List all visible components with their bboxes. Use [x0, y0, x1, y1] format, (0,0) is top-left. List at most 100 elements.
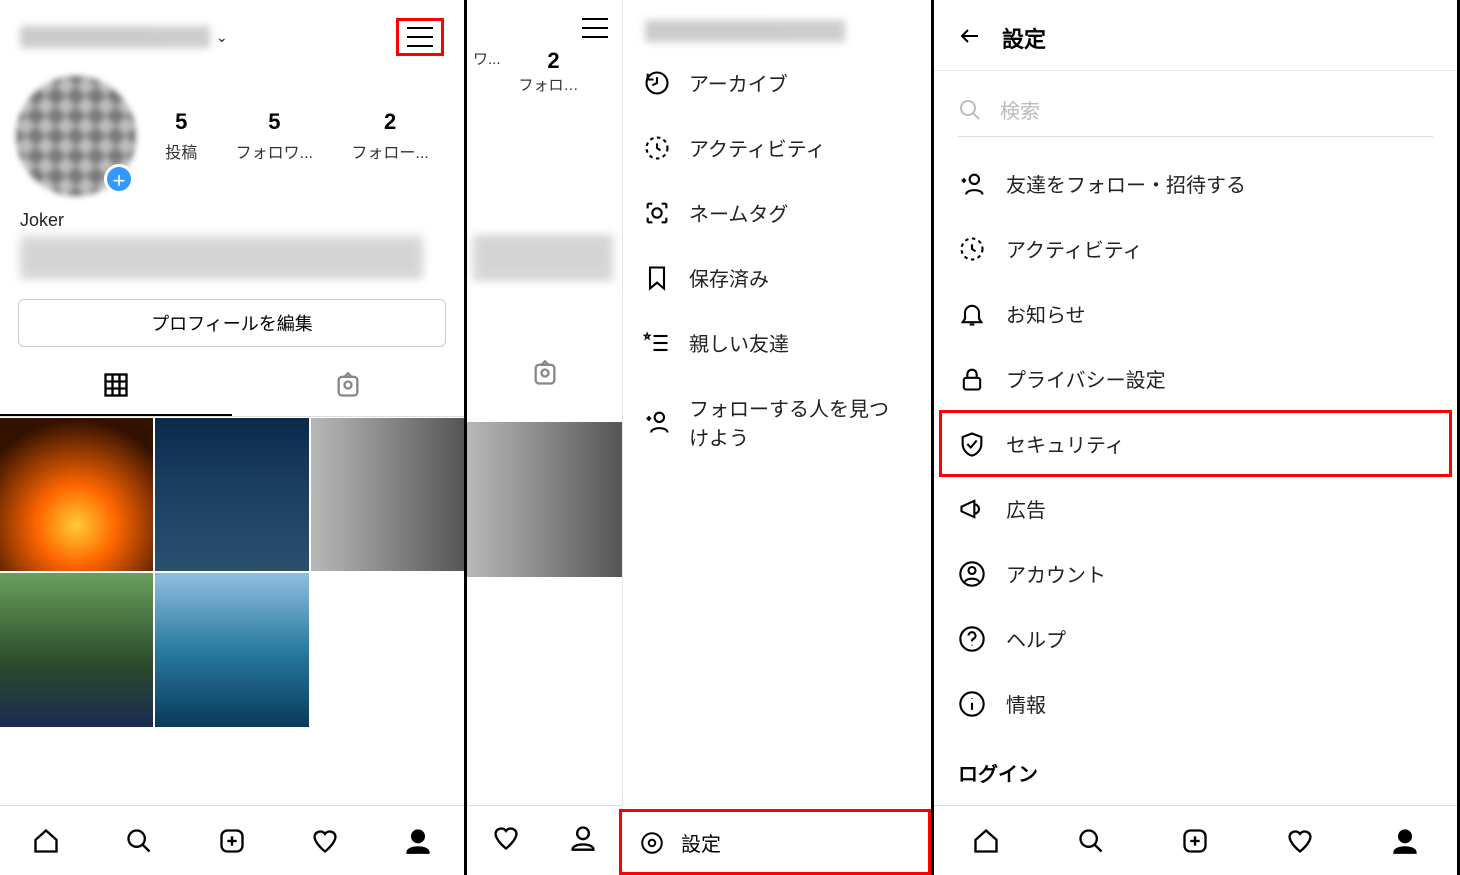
post-thumbnail[interactable]	[155, 418, 308, 571]
menu-label: ネームタグ	[689, 198, 788, 227]
settings-label: 友達をフォロー・招待する	[1006, 169, 1246, 198]
menu-archive[interactable]: アーカイブ	[623, 50, 931, 115]
menu-discover-people[interactable]: フォローする人を見つけよう	[623, 375, 931, 469]
menu-close-friends[interactable]: 親しい友達	[623, 310, 931, 375]
heart-icon	[311, 827, 339, 855]
plus-square-icon	[1181, 827, 1209, 855]
tab-grid[interactable]	[0, 361, 232, 416]
stat-followers[interactable]: 5 フォロワ...	[236, 109, 313, 163]
settings-security[interactable]: セキュリティ	[940, 411, 1451, 476]
nav-home[interactable]	[31, 826, 61, 856]
post-thumbnail[interactable]	[155, 573, 308, 726]
settings-label: アクティビティ	[1006, 234, 1143, 263]
person-icon	[569, 824, 597, 852]
tab-tagged[interactable]	[232, 361, 464, 416]
post-thumbnail[interactable]	[0, 418, 153, 571]
settings-privacy[interactable]: プライバシー設定	[934, 346, 1457, 411]
account-icon	[958, 560, 986, 588]
home-icon	[972, 827, 1000, 855]
edit-profile-button[interactable]: プロフィールを編集	[18, 299, 446, 347]
drawer-menu: アーカイブ アクティビティ ネームタグ 保存済み 親しい友達 フォローする人を見…	[622, 0, 931, 805]
settings-activity[interactable]: アクティビティ	[934, 216, 1457, 281]
stat-following[interactable]: 2 フォロー...	[519, 48, 589, 95]
stat-posts[interactable]: 5 投稿	[165, 109, 197, 163]
post-thumbnail[interactable]	[0, 573, 153, 726]
settings-label: セキュリティ	[1006, 429, 1125, 458]
activity-icon	[643, 134, 671, 162]
settings-account[interactable]: アカウント	[934, 541, 1457, 606]
nav-home[interactable]	[971, 826, 1001, 856]
hamburger-icon[interactable]	[582, 18, 608, 38]
heart-icon	[492, 824, 520, 852]
stat-posts-label: 投稿	[165, 139, 197, 163]
hamburger-icon	[407, 27, 433, 47]
nav-activity[interactable]	[492, 824, 520, 857]
settings-notifications[interactable]: お知らせ	[934, 281, 1457, 346]
menu-label: アーカイブ	[689, 68, 788, 97]
bookmark-icon	[643, 264, 671, 292]
activity-icon	[958, 235, 986, 263]
nav-search[interactable]	[1076, 826, 1106, 856]
profile-underlay: ワ... 2 フォロー...	[467, 0, 622, 805]
bio-display-name: Joker	[20, 210, 444, 231]
plus-square-icon	[218, 827, 246, 855]
stat-following-count: 2	[351, 109, 428, 135]
nav-profile[interactable]	[403, 826, 433, 856]
add-person-icon	[643, 408, 671, 436]
nav-activity[interactable]	[310, 826, 340, 856]
bell-icon	[958, 300, 986, 328]
menu-label: フォローする人を見つけよう	[689, 393, 889, 451]
settings-label: アカウント	[1006, 559, 1106, 588]
menu-label: 設定	[681, 828, 721, 857]
nav-activity[interactable]	[1285, 826, 1315, 856]
back-button[interactable]	[958, 24, 982, 53]
settings-follow-invite[interactable]: 友達をフォロー・招待する	[934, 151, 1457, 216]
nav-add[interactable]	[1180, 826, 1210, 856]
nav-profile[interactable]	[569, 824, 597, 857]
tagged-icon[interactable]	[531, 359, 559, 387]
stat-following-label: フォロー...	[519, 74, 589, 95]
settings-screen: 設定 検索 友達をフォロー・招待する アクティビティ お知らせ プライバシー設定…	[934, 0, 1460, 875]
stat-followers-partial: ワ...	[473, 48, 501, 95]
username-obscured	[20, 26, 210, 48]
search-icon	[958, 98, 982, 122]
menu-label: 親しい友達	[689, 328, 789, 357]
bottom-nav-partial	[467, 805, 622, 875]
chevron-down-icon: ⌄	[216, 29, 228, 46]
nav-search[interactable]	[124, 826, 154, 856]
login-section-heading: ログイン	[934, 736, 1457, 797]
archive-icon	[643, 69, 671, 97]
profile-header: ⌄	[0, 0, 464, 66]
menu-nametag[interactable]: ネームタグ	[623, 180, 931, 245]
nav-profile[interactable]	[1390, 826, 1420, 856]
menu-button[interactable]	[396, 18, 444, 56]
list-star-icon	[643, 329, 671, 357]
bio-text-obscured	[20, 237, 423, 277]
post-thumbnail[interactable]	[311, 418, 464, 571]
settings-ads[interactable]: 広告	[934, 476, 1457, 541]
avatar[interactable]: +	[16, 76, 136, 196]
username-obscured	[645, 20, 845, 42]
settings-label: ヘルプ	[1006, 624, 1066, 653]
profile-tabs	[0, 361, 464, 417]
search-icon	[125, 827, 153, 855]
menu-settings[interactable]: 設定	[619, 809, 931, 875]
add-story-icon[interactable]: +	[104, 164, 134, 194]
settings-label: 広告	[1006, 494, 1046, 523]
stat-following[interactable]: 2 フォロー...	[351, 109, 428, 163]
bottom-nav	[0, 805, 464, 875]
username-dropdown[interactable]: ⌄	[20, 26, 228, 48]
settings-label: お知らせ	[1006, 299, 1086, 328]
menu-saved[interactable]: 保存済み	[623, 245, 931, 310]
home-icon	[32, 827, 60, 855]
settings-help[interactable]: ヘルプ	[934, 606, 1457, 671]
heart-icon	[1286, 827, 1314, 855]
nav-add[interactable]	[217, 826, 247, 856]
settings-search[interactable]: 検索	[958, 87, 1433, 137]
menu-activity[interactable]: アクティビティ	[623, 115, 931, 180]
post-thumbnail[interactable]	[467, 422, 622, 577]
settings-about[interactable]: 情報	[934, 671, 1457, 736]
profile-stats-row: + 5 投稿 5 フォロワ... 2 フォロー...	[0, 66, 464, 204]
menu-label: 保存済み	[689, 263, 769, 292]
help-icon	[958, 625, 986, 653]
